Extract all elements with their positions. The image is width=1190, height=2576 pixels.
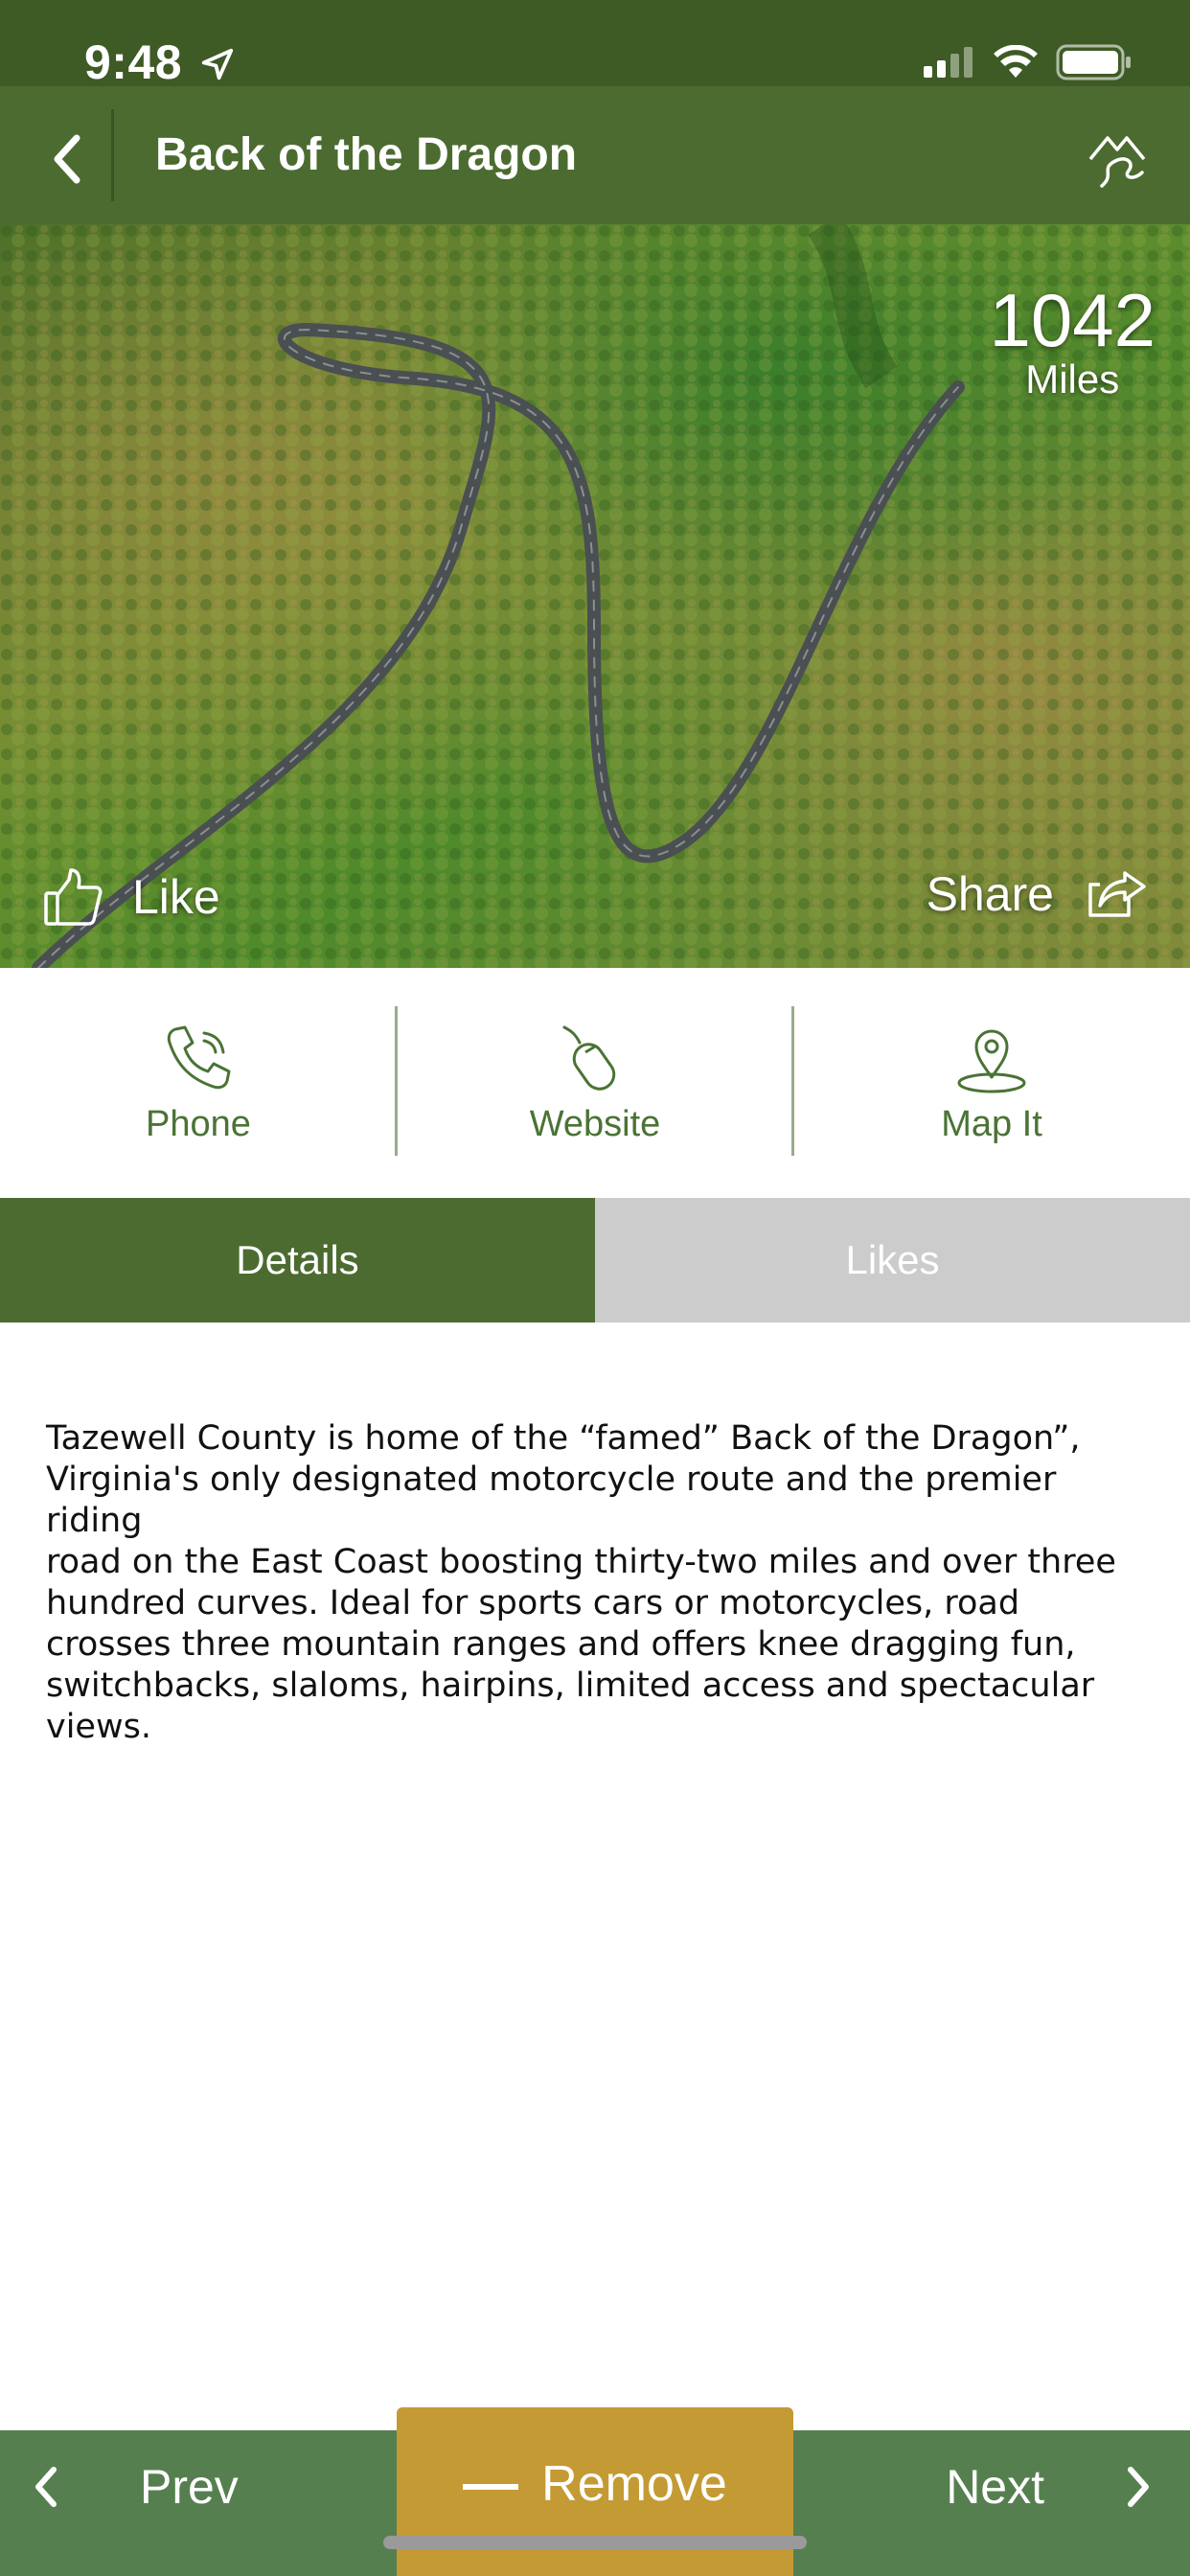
miles-value: 1042 [989, 278, 1156, 362]
miles-label: Miles [1025, 356, 1120, 402]
tab-bar: Details Likes [0, 1198, 1190, 1322]
prev-label: Prev [140, 2460, 239, 2514]
prev-button[interactable]: Prev [29, 2459, 239, 2515]
status-time: 9:48 [84, 35, 183, 89]
action-row: Phone Website Map It [0, 968, 1190, 1198]
miles-counter: 1042 Miles [989, 282, 1156, 401]
tab-likes[interactable]: Likes [595, 1198, 1190, 1322]
wifi-icon [994, 45, 1038, 78]
cellular-signal-icon [924, 47, 973, 78]
chevron-left-icon [35, 2467, 57, 2507]
phone-icon [167, 1025, 231, 1089]
minus-icon [463, 2484, 519, 2490]
thumbs-up-icon [44, 868, 103, 926]
status-bar: 9:48 [0, 0, 1190, 89]
description-text: Tazewell County is home of the “famed” B… [46, 1419, 1116, 1746]
status-icons [924, 44, 1133, 80]
phone-label: Phone [146, 1103, 251, 1144]
map-it-button[interactable]: Map It [793, 968, 1190, 1198]
nav-header: Back of the Dragon [0, 86, 1190, 224]
location-arrow-icon [201, 48, 234, 80]
mouse-icon [562, 1025, 616, 1091]
nav-divider [111, 109, 114, 201]
map-pin-icon [957, 1029, 1026, 1092]
website-label: Website [529, 1103, 661, 1144]
map-it-label: Map It [941, 1103, 1042, 1144]
remove-button[interactable]: Remove [397, 2407, 793, 2576]
phone-button[interactable]: Phone [0, 968, 397, 1198]
share-icon [1088, 871, 1146, 917]
route-button[interactable] [1079, 121, 1156, 197]
share-button[interactable]: Share [927, 866, 1148, 922]
remove-label: Remove [541, 2456, 727, 2512]
route-mountain-icon [1088, 136, 1146, 188]
chevron-left-icon [54, 134, 80, 184]
website-button[interactable]: Website [397, 968, 793, 1198]
home-indicator [383, 2536, 807, 2549]
like-label: Like [132, 870, 220, 924]
like-button[interactable]: Like [42, 866, 220, 928]
hero-image: 1042 Miles Like Share [0, 224, 1190, 968]
battery-icon [1056, 44, 1131, 80]
tab-details[interactable]: Details [0, 1198, 595, 1322]
next-label: Next [946, 2460, 1044, 2514]
share-label: Share [926, 867, 1054, 921]
page-title: Back of the Dragon [155, 129, 578, 180]
back-button[interactable] [29, 121, 105, 197]
next-button[interactable]: Next [946, 2459, 1156, 2515]
chevron-right-icon [1128, 2467, 1149, 2507]
